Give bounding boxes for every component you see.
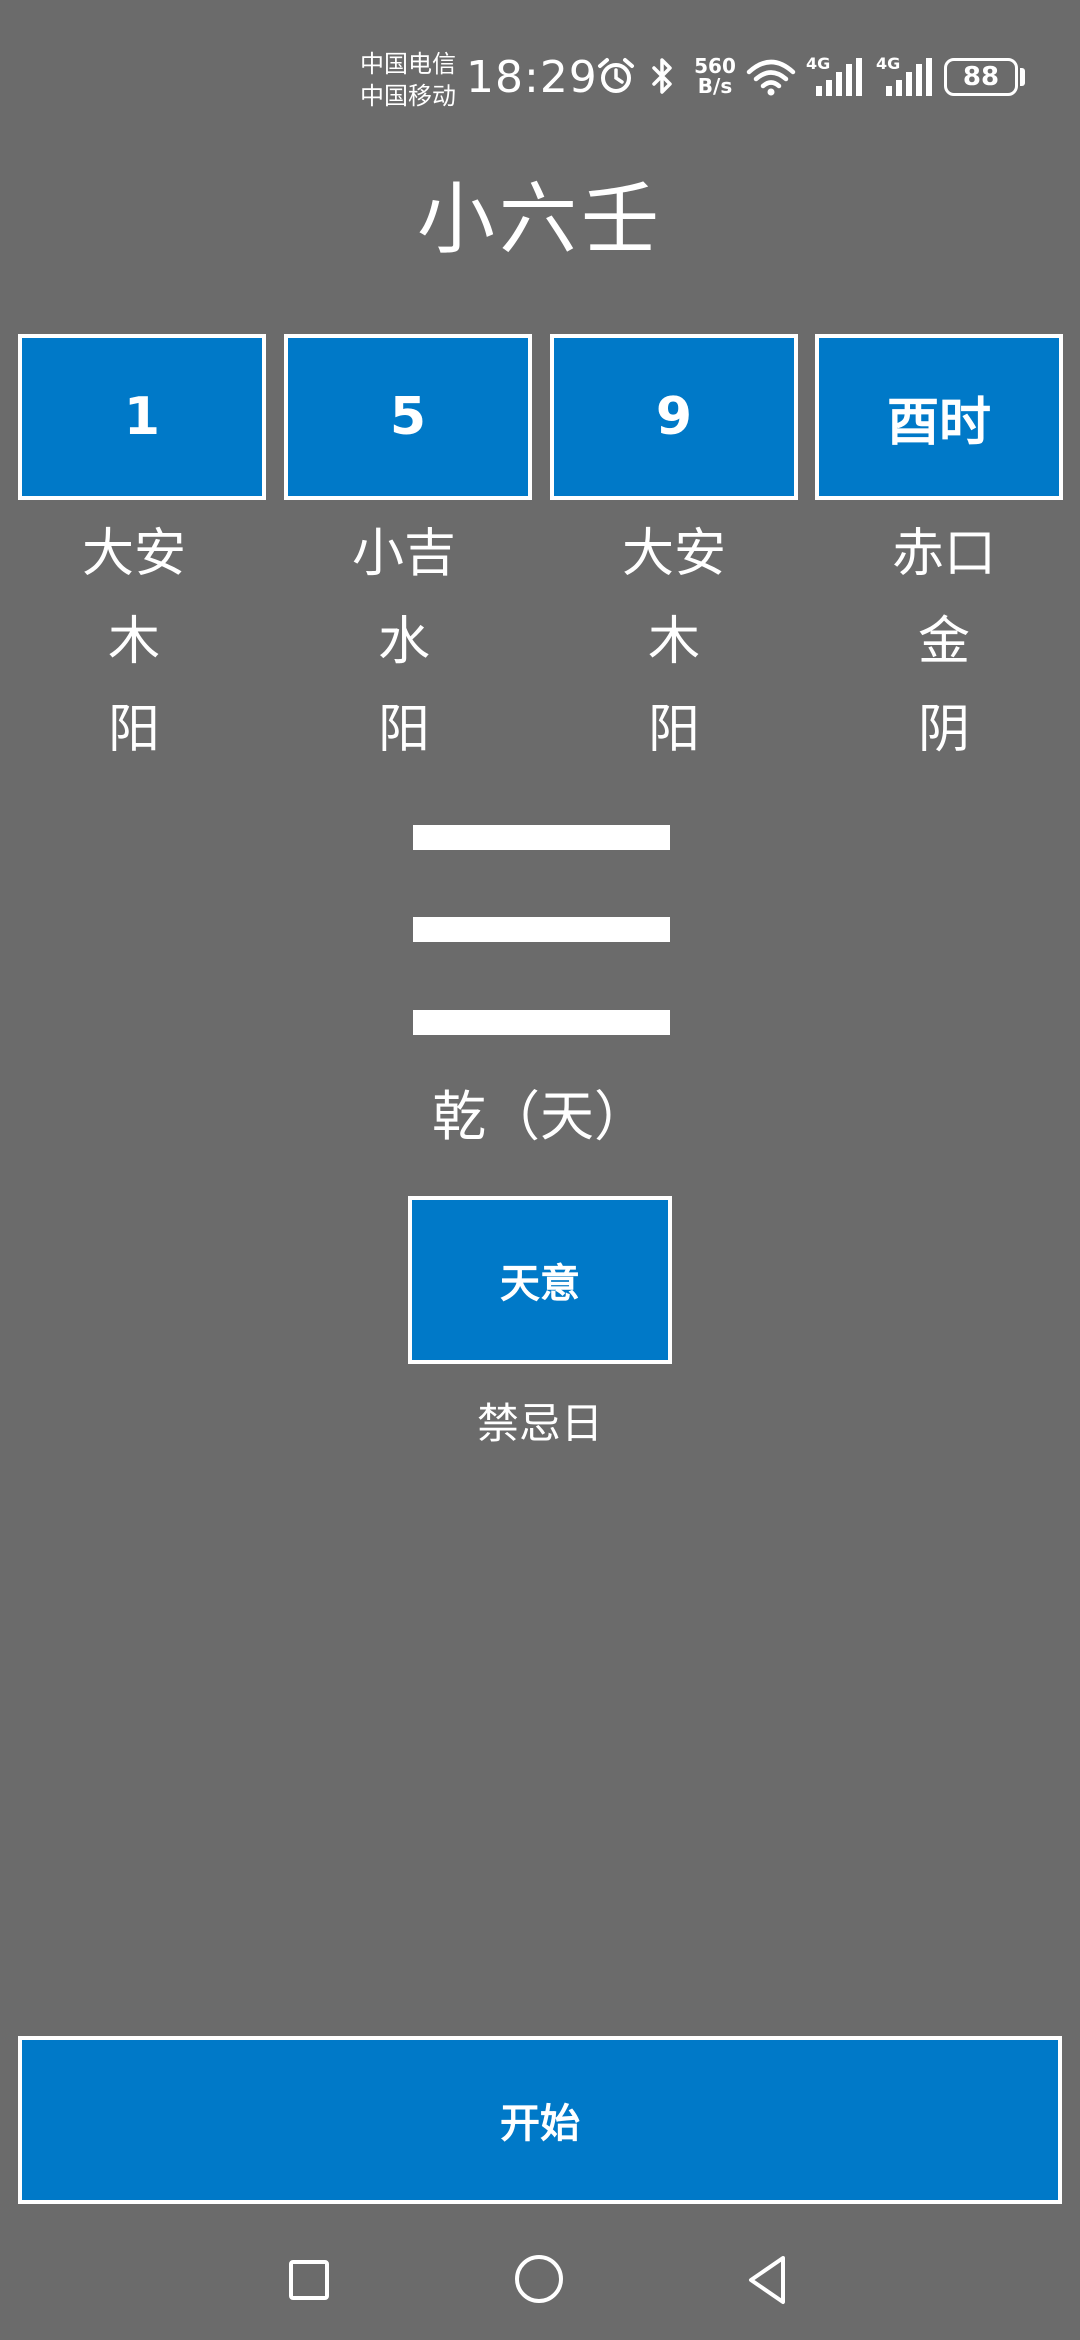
trigram-name: 乾（天） <box>432 1085 648 1148</box>
status-bar: 中国电信 中国移动 18:29 560 B/s 4G 4G 88 <box>0 0 1080 130</box>
page-title: 小六壬 <box>416 175 663 265</box>
taboo-day-note: 禁忌日 <box>476 1399 603 1448</box>
trigram-line-top <box>413 825 670 850</box>
palace-polarity: 阳 <box>377 700 430 760</box>
palace-name: 大安 <box>621 524 726 584</box>
carrier-2: 中国移动 <box>360 82 456 110</box>
speed-unit: B/s <box>697 74 733 98</box>
palace-element: 金 <box>917 612 970 672</box>
signal-icon-2: 4G <box>876 56 932 100</box>
network-speed: 560 B/s <box>692 56 738 96</box>
bluetooth-icon <box>652 58 672 94</box>
palace-element: 木 <box>107 612 160 672</box>
number-box-3: 9 <box>550 334 798 500</box>
recent-apps-icon[interactable] <box>289 2260 329 2300</box>
result-column-1: 大安 木 阳 <box>10 520 258 784</box>
result-column-2: 小吉 水 阳 <box>280 520 528 784</box>
carrier-1: 中国电信 <box>360 50 456 78</box>
wifi-icon <box>746 59 796 96</box>
hour-box: 酉时 <box>815 334 1063 500</box>
palace-element: 木 <box>647 612 700 672</box>
palace-element: 水 <box>377 612 430 672</box>
signal-icon-1: 4G <box>806 56 862 100</box>
number-box-2: 5 <box>284 334 532 500</box>
palace-name: 大安 <box>81 524 186 584</box>
palace-name: 赤口 <box>891 524 996 584</box>
result-column-4: 赤口 金 阴 <box>820 520 1068 784</box>
palace-polarity: 阳 <box>647 700 700 760</box>
start-button[interactable]: 开始 <box>18 2036 1062 2204</box>
number-box-1: 1 <box>18 334 266 500</box>
back-icon[interactable] <box>745 2254 789 2306</box>
carrier-info: 中国电信 中国移动 <box>360 48 470 112</box>
result-column-3: 大安 木 阳 <box>550 520 798 784</box>
trigram-line-bottom <box>413 1010 670 1035</box>
home-icon[interactable] <box>515 2255 563 2303</box>
status-time: 18:29 <box>466 52 598 103</box>
tianyi-button[interactable]: 天意 <box>408 1196 672 1364</box>
alarm-icon <box>598 58 634 93</box>
palace-polarity: 阴 <box>917 700 970 760</box>
palace-polarity: 阳 <box>107 700 160 760</box>
battery-level: 88 <box>962 62 1000 92</box>
trigram-line-middle <box>413 917 670 942</box>
navigation-bar <box>0 2230 1080 2340</box>
battery-icon: 88 <box>944 58 1018 96</box>
battery-tip <box>1020 68 1025 86</box>
speed-value: 560 <box>694 54 736 78</box>
palace-name: 小吉 <box>351 524 456 584</box>
